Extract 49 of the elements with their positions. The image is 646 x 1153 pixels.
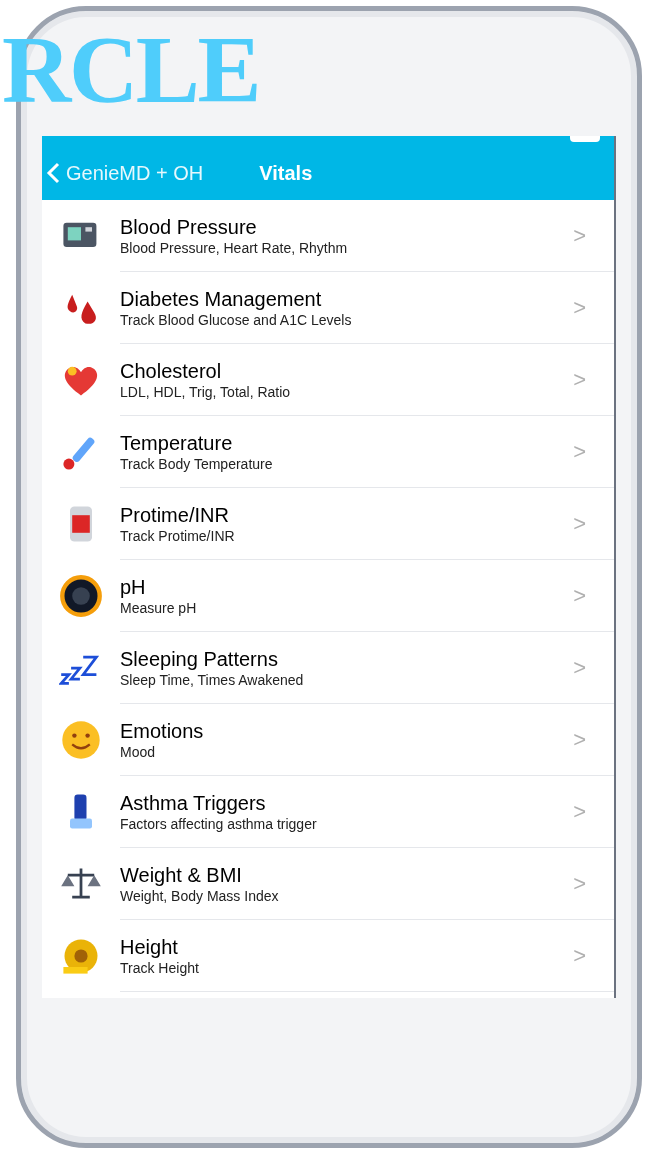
item-title: Emotions xyxy=(120,718,205,743)
chevron: > xyxy=(573,510,586,538)
vitals-list-item[interactable]: Emotions Mood > xyxy=(42,704,614,776)
chevron: > xyxy=(573,654,586,682)
item-subtitle: Blood Pressure, Heart Rate, Rhythm xyxy=(120,238,349,257)
item-title: Height xyxy=(120,934,179,959)
vitals-list-item[interactable]: Sleeping Patterns Sleep Time, Times Awakened > xyxy=(42,632,614,704)
smiley-icon xyxy=(59,718,103,762)
item-title: Asthma Triggers xyxy=(120,790,267,815)
screen-title: Vitals xyxy=(259,161,313,186)
chevron: > xyxy=(573,438,586,466)
vitals-list-item[interactable]: Diabetes Management Track Blood Glucose and A1C Levels > xyxy=(42,272,614,344)
chevron: > xyxy=(573,726,586,754)
item-subtitle: Track Blood Glucose and A1C Levels xyxy=(120,310,353,329)
item-title: Sleeping Patterns xyxy=(120,646,279,671)
item-subtitle: Track Height xyxy=(120,958,200,977)
gauge-icon xyxy=(59,574,103,618)
chevron: > xyxy=(573,798,586,826)
item-title: Temperature xyxy=(120,430,234,455)
item-subtitle: Sleep Time, Times Awakened xyxy=(120,670,305,689)
vitals-list-item[interactable]: Height Track Height > xyxy=(42,920,614,992)
chevron: > xyxy=(573,870,586,898)
item-title: pH xyxy=(120,574,147,599)
item-title: Cholesterol xyxy=(120,358,223,383)
overlay-title: RCLE xyxy=(2,22,260,118)
item-title: Protime/INR xyxy=(120,502,230,527)
item-subtitle: Track Body Temperature xyxy=(120,454,274,473)
chevron: > xyxy=(573,294,586,322)
vitals-list-item[interactable]: Weight & BMI Weight, Body Mass Index > xyxy=(42,848,614,920)
item-title: Blood Pressure xyxy=(120,214,258,239)
vitals-list-item[interactable]: pH Measure pH > xyxy=(42,560,614,632)
item-subtitle: Weight, Body Mass Index xyxy=(120,886,280,905)
chevron: > xyxy=(573,366,586,394)
chevron: > xyxy=(573,942,586,970)
vitals-list-item[interactable]: Blood Pressure Blood Pressure, Heart Rate, Rhythm > xyxy=(42,200,614,272)
vitals-list-item[interactable]: Cholesterol LDL, HDL, Trig, Total, Ratio > xyxy=(42,344,614,416)
item-subtitle: Factors affecting asthma trigger xyxy=(120,814,318,833)
vitals-list-item[interactable]: Temperature Track Body Temperature > xyxy=(42,416,614,488)
vitals-list-item[interactable]: Asthma Triggers Factors affecting asthma trigger > xyxy=(42,776,614,848)
vitals-list-item[interactable]: Protime/INR Track Protime/INR > xyxy=(42,488,614,560)
item-title: Diabetes Management xyxy=(120,286,323,311)
chevron: > xyxy=(573,222,586,250)
chevron: > xyxy=(573,582,586,610)
item-subtitle: Measure pH xyxy=(120,598,198,617)
item-subtitle: Track Protime/INR xyxy=(120,526,236,545)
item-subtitle: Mood xyxy=(120,742,157,761)
item-subtitle: LDL, HDL, Trig, Total, Ratio xyxy=(120,382,292,401)
item-title: Weight & BMI xyxy=(120,862,243,887)
back-chevron-icon xyxy=(46,162,60,184)
